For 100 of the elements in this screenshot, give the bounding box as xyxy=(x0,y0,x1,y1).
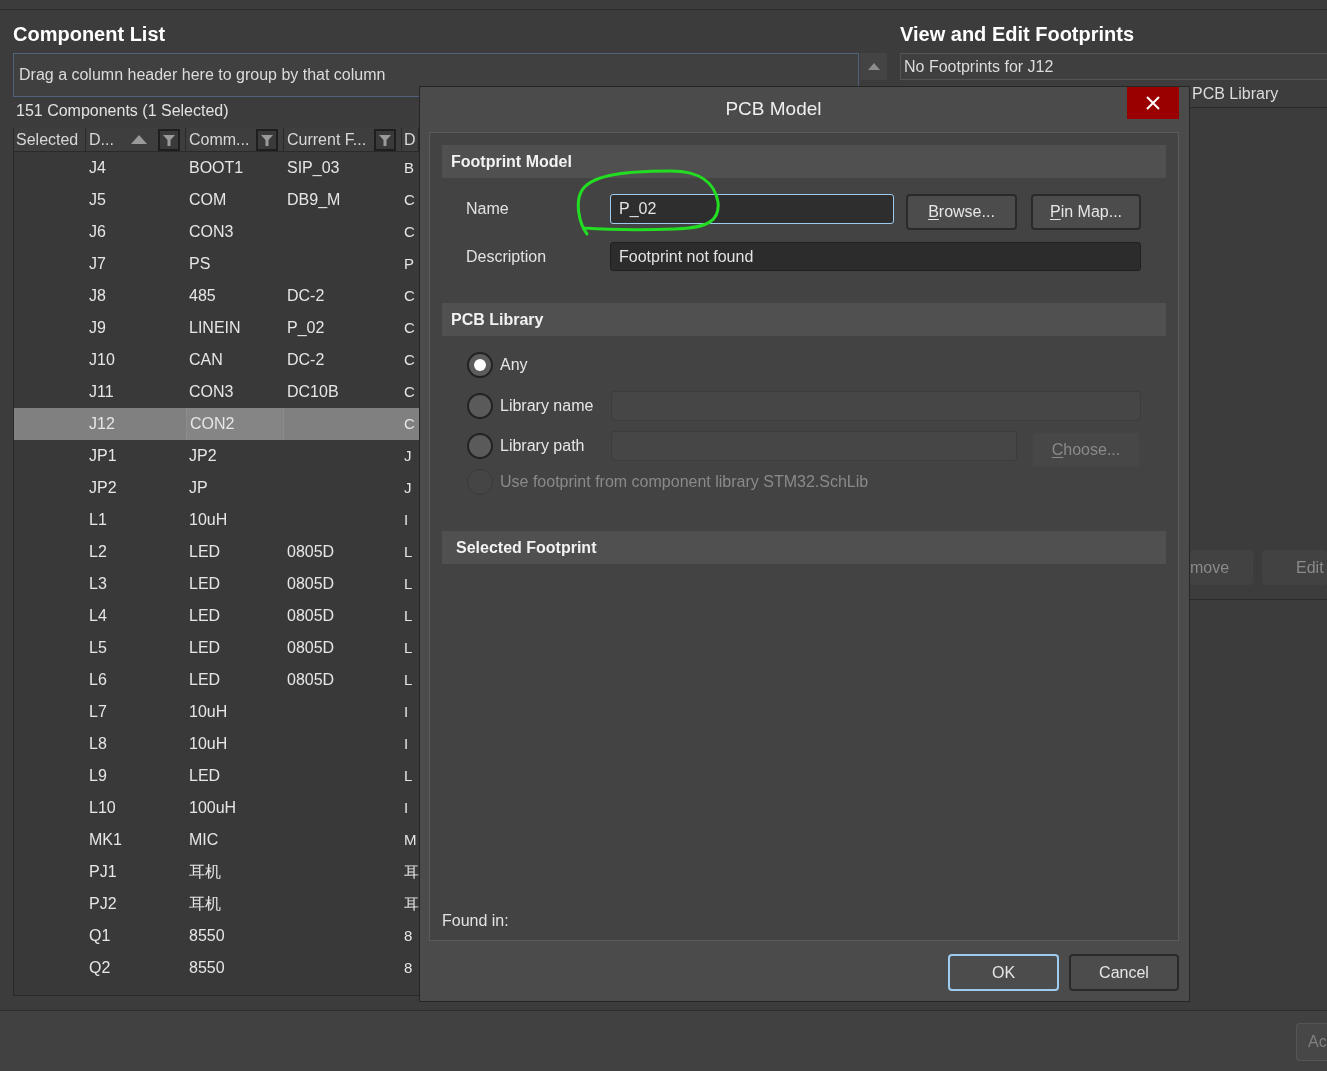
section-header: PCB Library xyxy=(442,303,1166,336)
table-cell-text: CON3 xyxy=(189,382,234,402)
found-in-label: Found in: xyxy=(442,911,509,931)
table-cell-text: 8550 xyxy=(189,926,225,946)
table-cell-text: 0805D xyxy=(287,670,335,690)
table-cell-text: 0805D xyxy=(287,574,335,594)
table-cell-text: 耳机 xyxy=(189,862,221,882)
table-cell-text: CON2 xyxy=(190,414,235,434)
panel-title: Component List xyxy=(13,22,166,46)
table-cell-text: J7 xyxy=(89,254,106,274)
footprint-status-bar: No Footprints for J12 xyxy=(900,53,1327,80)
table-cell-text: C xyxy=(404,381,415,402)
table-cell-text: BOOT1 xyxy=(189,158,244,178)
table-cell-text: L3 xyxy=(89,574,107,594)
table-cell-text: DC-2 xyxy=(287,286,325,306)
table-cell-text: C xyxy=(404,413,415,434)
table-cell-text: 8 xyxy=(404,925,413,946)
table-cell-text: L xyxy=(404,573,413,594)
table-cell-text: L2 xyxy=(89,542,107,562)
table-cell-text: PJ2 xyxy=(89,894,117,914)
table-cell-text: COM xyxy=(189,190,227,210)
table-cell-text: PJ1 xyxy=(89,862,117,882)
table-cell-text: J9 xyxy=(89,318,106,338)
table-cell-text: L9 xyxy=(89,766,107,786)
table-cell-text: J4 xyxy=(89,158,106,178)
table-cell-text: MIC xyxy=(189,830,219,850)
table-cell-text: L7 xyxy=(89,702,107,722)
table-cell-text: 10uH xyxy=(189,510,228,530)
table-cell-text: 0805D xyxy=(287,638,335,658)
table-cell-text: 耳 xyxy=(404,861,419,882)
table-cell-text: 耳机 xyxy=(189,894,221,914)
table-cell-text: I xyxy=(404,797,409,818)
table-cell-text: 耳 xyxy=(404,893,419,914)
table-cell-text: J11 xyxy=(89,382,114,402)
table-cell-text: I xyxy=(404,701,409,722)
table-cell-text: J xyxy=(404,477,412,498)
table-cell-text: J xyxy=(404,445,412,466)
table-cell-text: LED xyxy=(189,574,221,594)
field-label: Name xyxy=(466,199,509,219)
table-cell-text: LED xyxy=(189,606,221,626)
table-cell-text: LED xyxy=(189,766,221,786)
table-cell-text: B xyxy=(404,157,414,178)
table-cell-text: JP1 xyxy=(89,446,117,466)
table-cell-text: CON3 xyxy=(189,222,234,242)
table-cell-text: 485 xyxy=(189,286,216,306)
table-cell-text: 10uH xyxy=(189,702,228,722)
table-cell-text: PS xyxy=(189,254,211,274)
table-cell-text: C xyxy=(404,285,415,306)
table-cell-text: 0805D xyxy=(287,542,335,562)
table-cell-text: 0805D xyxy=(287,606,335,626)
table-cell-text: J8 xyxy=(89,286,106,306)
panel-title: View and Edit Footprints xyxy=(900,22,1135,46)
table-cell-text: SIP_03 xyxy=(287,158,340,178)
field-label: Description xyxy=(466,246,547,267)
table-cell-text: L1 xyxy=(89,510,107,530)
table-cell-text: L4 xyxy=(89,606,107,626)
table-cell-text: CAN xyxy=(189,350,223,370)
table-cell-text: J5 xyxy=(89,190,106,210)
section-header: Selected Footprint xyxy=(442,531,1166,564)
table-cell-text: J12 xyxy=(89,414,115,434)
table-cell-text: C xyxy=(404,317,415,338)
table-cell-text: C xyxy=(404,349,415,370)
table-cell-text: I xyxy=(404,733,409,754)
table-cell-text: J10 xyxy=(89,350,115,370)
table-cell-text: L8 xyxy=(89,734,107,754)
table-cell-text: JP xyxy=(189,478,208,498)
section-header: Footprint Model xyxy=(442,145,1166,178)
table-cell-text: L xyxy=(404,669,413,690)
component-count: 151 Components (1 Selected) xyxy=(16,101,229,121)
table-cell-text: DC-2 xyxy=(287,350,325,370)
table-cell-text: 100uH xyxy=(189,798,237,818)
table-cell-text: I xyxy=(404,509,409,530)
table-cell-text: L xyxy=(404,605,413,626)
table-cell-text: C xyxy=(404,221,415,242)
table-cell-text: 8 xyxy=(404,957,413,978)
table-cell-text: L10 xyxy=(89,798,116,818)
table-cell-text: L5 xyxy=(89,638,107,658)
table-cell-text: 10uH xyxy=(189,734,228,754)
table-cell-text: DC10B xyxy=(287,382,339,402)
table-cell-text: L xyxy=(404,541,413,562)
table-cell-text: JP2 xyxy=(189,446,217,466)
table-cell-text: JP2 xyxy=(89,478,117,498)
table-cell-text: MK1 xyxy=(89,830,122,850)
table-cell-text: M xyxy=(404,829,417,850)
table-cell-text: DB9_M xyxy=(287,190,341,210)
table-cell-text: P_02 xyxy=(287,318,325,338)
table-cell-text: LED xyxy=(189,542,221,562)
table-cell-text: Q2 xyxy=(89,958,111,978)
table-cell-text: J6 xyxy=(89,222,106,242)
table-cell-text: LED xyxy=(189,638,221,658)
table-cell-text: Q1 xyxy=(89,926,111,946)
table-cell-text: P xyxy=(404,253,414,274)
table-cell-text: LINEIN xyxy=(189,318,241,338)
table-cell-text: L xyxy=(404,765,413,786)
table-cell-text: 8550 xyxy=(189,958,225,978)
table-cell-text: L xyxy=(404,637,413,658)
dialog-title: PCB Model xyxy=(725,97,822,121)
table-cell-text: L6 xyxy=(89,670,107,690)
table-cell-text: LED xyxy=(189,670,221,690)
table-cell-text: C xyxy=(404,189,415,210)
